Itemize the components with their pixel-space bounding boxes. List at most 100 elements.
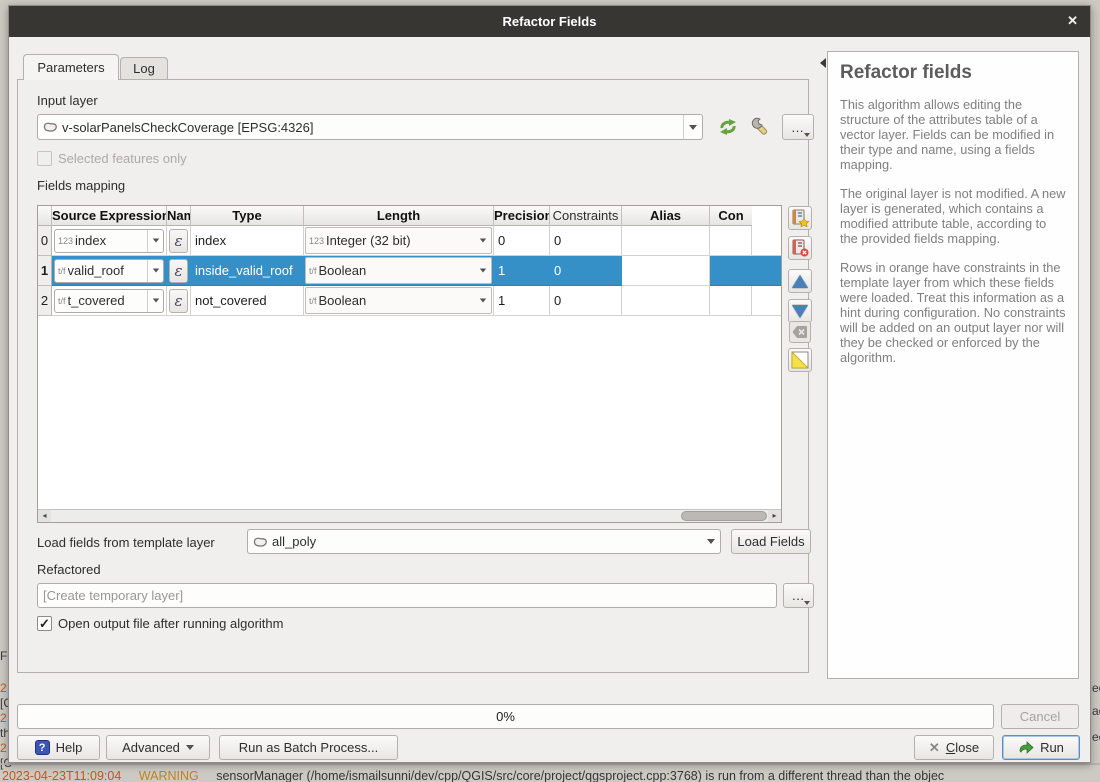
run-button[interactable]: Run [1002, 735, 1080, 760]
combo-arrow[interactable] [701, 530, 720, 553]
source-expression-cell[interactable]: t/f valid_roof [52, 256, 167, 286]
advanced-button[interactable]: Advanced [106, 735, 210, 760]
refactored-output-input[interactable]: [Create temporary layer] [37, 583, 777, 608]
alias-cell[interactable] [710, 226, 752, 256]
advanced-options-button[interactable] [749, 114, 775, 140]
type-cell[interactable]: 123 Integer (32 bit) [304, 226, 494, 256]
precision-cell[interactable]: 0 [550, 286, 622, 316]
expression-builder-cell[interactable]: ε [167, 226, 191, 256]
source-expression-cell[interactable]: 123 index [52, 226, 167, 256]
invert-selection-button[interactable] [788, 348, 812, 372]
combo-arrow[interactable] [475, 238, 491, 243]
combo-arrow[interactable] [683, 115, 702, 139]
column-header[interactable]: Length [304, 206, 494, 226]
constraints-cell[interactable] [622, 226, 710, 256]
collapse-help-panel-arrow[interactable] [820, 58, 826, 68]
input-layer-browse-button[interactable]: … [782, 114, 814, 140]
comment-cell[interactable] [752, 226, 781, 256]
column-header[interactable] [38, 206, 52, 226]
column-header[interactable]: Type [191, 206, 304, 226]
expression-builder-button[interactable]: ε [169, 259, 188, 283]
table-empty-area [38, 316, 781, 509]
move-field-up-button[interactable] [788, 269, 812, 293]
row-number[interactable]: 0 [38, 226, 52, 256]
cancel-button[interactable]: Cancel [1001, 704, 1079, 729]
template-layer-combobox[interactable]: all_poly [247, 529, 721, 554]
horizontal-scrollbar[interactable]: ◂ ▸ [38, 509, 781, 522]
field-type-badge: 123 [58, 236, 73, 246]
combo-arrow[interactable] [147, 290, 163, 312]
precision-cell[interactable]: 0 [550, 256, 622, 286]
browse-dropdown-arrow [804, 133, 810, 137]
length-cell[interactable]: 1 [494, 256, 550, 286]
expression-builder-cell[interactable]: ε [167, 256, 191, 286]
column-header[interactable]: Name [167, 206, 191, 226]
expression-builder-button[interactable]: ε [169, 289, 188, 313]
column-header[interactable]: Source Expression [52, 206, 167, 226]
load-fields-button[interactable]: Load Fields [731, 529, 811, 554]
wrench-icon [751, 116, 773, 138]
remove-field-icon [791, 239, 809, 257]
clear-fields-button[interactable] [789, 321, 811, 343]
refactored-label: Refactored [37, 562, 101, 577]
browse-dropdown-arrow [804, 601, 810, 605]
column-header[interactable]: Constraints [550, 206, 622, 226]
type-cell[interactable]: t/f Boolean [304, 286, 494, 316]
iterate-over-layer-button[interactable] [715, 115, 741, 139]
help-paragraph: Rows in orange have constraints in the t… [840, 261, 1066, 366]
name-cell[interactable]: inside_valid_roof [191, 256, 304, 286]
source-expression-cell[interactable]: t/f t_covered [52, 286, 167, 316]
background-log-fragment: 2 [0, 681, 7, 695]
field-mapping-row[interactable]: 1 t/f valid_roof ε inside_valid_roof t/f… [38, 256, 781, 286]
iterate-icon [717, 117, 739, 137]
combo-arrow[interactable] [147, 230, 163, 252]
clear-icon [792, 325, 808, 339]
combo-arrow[interactable] [147, 260, 163, 282]
length-cell[interactable]: 0 [494, 226, 550, 256]
title-bar[interactable]: Refactor Fields ✕ [9, 6, 1090, 37]
advanced-dropdown-arrow [186, 745, 194, 750]
column-header[interactable]: Precision [494, 206, 550, 226]
type-cell[interactable]: t/f Boolean [304, 256, 494, 286]
selected-features-checkbox-row[interactable]: Selected features only [37, 151, 187, 166]
row-number[interactable]: 2 [38, 286, 52, 316]
fields-mapping-table[interactable]: Source ExpressionNameTypeLengthPrecision… [37, 205, 782, 523]
combo-arrow[interactable] [475, 298, 491, 303]
length-cell[interactable]: 1 [494, 286, 550, 316]
move-field-down-button[interactable] [788, 299, 812, 323]
remove-field-button[interactable] [788, 236, 812, 260]
add-field-button[interactable] [788, 206, 812, 230]
window-close-icon[interactable]: ✕ [1067, 12, 1078, 30]
field-mapping-row[interactable]: 2 t/f t_covered ε not_covered t/f Boolea… [38, 286, 781, 316]
constraints-cell[interactable] [622, 256, 710, 286]
open-output-checkbox[interactable]: ✓ [37, 616, 52, 631]
run-as-batch-button[interactable]: Run as Batch Process... [219, 735, 398, 760]
close-button[interactable]: ✕ Close [914, 735, 994, 760]
help-button[interactable]: ? Help [17, 735, 100, 760]
open-output-checkbox-row[interactable]: ✓ Open output file after running algorit… [37, 616, 283, 631]
tab-parameters[interactable]: Parameters [23, 54, 119, 80]
tab-log[interactable]: Log [120, 57, 168, 80]
column-header[interactable]: Con [710, 206, 752, 226]
input-layer-combobox[interactable]: v-solarPanelsCheckCoverage [EPSG:4326] [37, 114, 703, 140]
scrollbar-thumb[interactable] [681, 511, 767, 521]
comment-cell[interactable] [752, 286, 781, 316]
row-number[interactable]: 1 [38, 256, 52, 286]
refactored-browse-button[interactable]: … [783, 583, 814, 608]
comment-cell[interactable] [752, 256, 781, 286]
polygon-layer-icon [252, 535, 268, 549]
expression-builder-cell[interactable]: ε [167, 286, 191, 316]
alias-cell[interactable] [710, 256, 752, 286]
selected-features-checkbox[interactable] [37, 151, 52, 166]
expression-builder-button[interactable]: ε [169, 229, 188, 253]
constraints-cell[interactable] [622, 286, 710, 316]
name-cell[interactable]: index [191, 226, 304, 256]
name-cell[interactable]: not_covered [191, 286, 304, 316]
field-mapping-row[interactable]: 0 123 index ε index 123 Integer (32 bit)… [38, 226, 781, 256]
scroll-right-arrow[interactable]: ▸ [768, 510, 781, 522]
column-header[interactable]: Alias [622, 206, 710, 226]
precision-cell[interactable]: 0 [550, 226, 622, 256]
combo-arrow[interactable] [475, 268, 491, 273]
scroll-left-arrow[interactable]: ◂ [38, 510, 51, 522]
alias-cell[interactable] [710, 286, 752, 316]
